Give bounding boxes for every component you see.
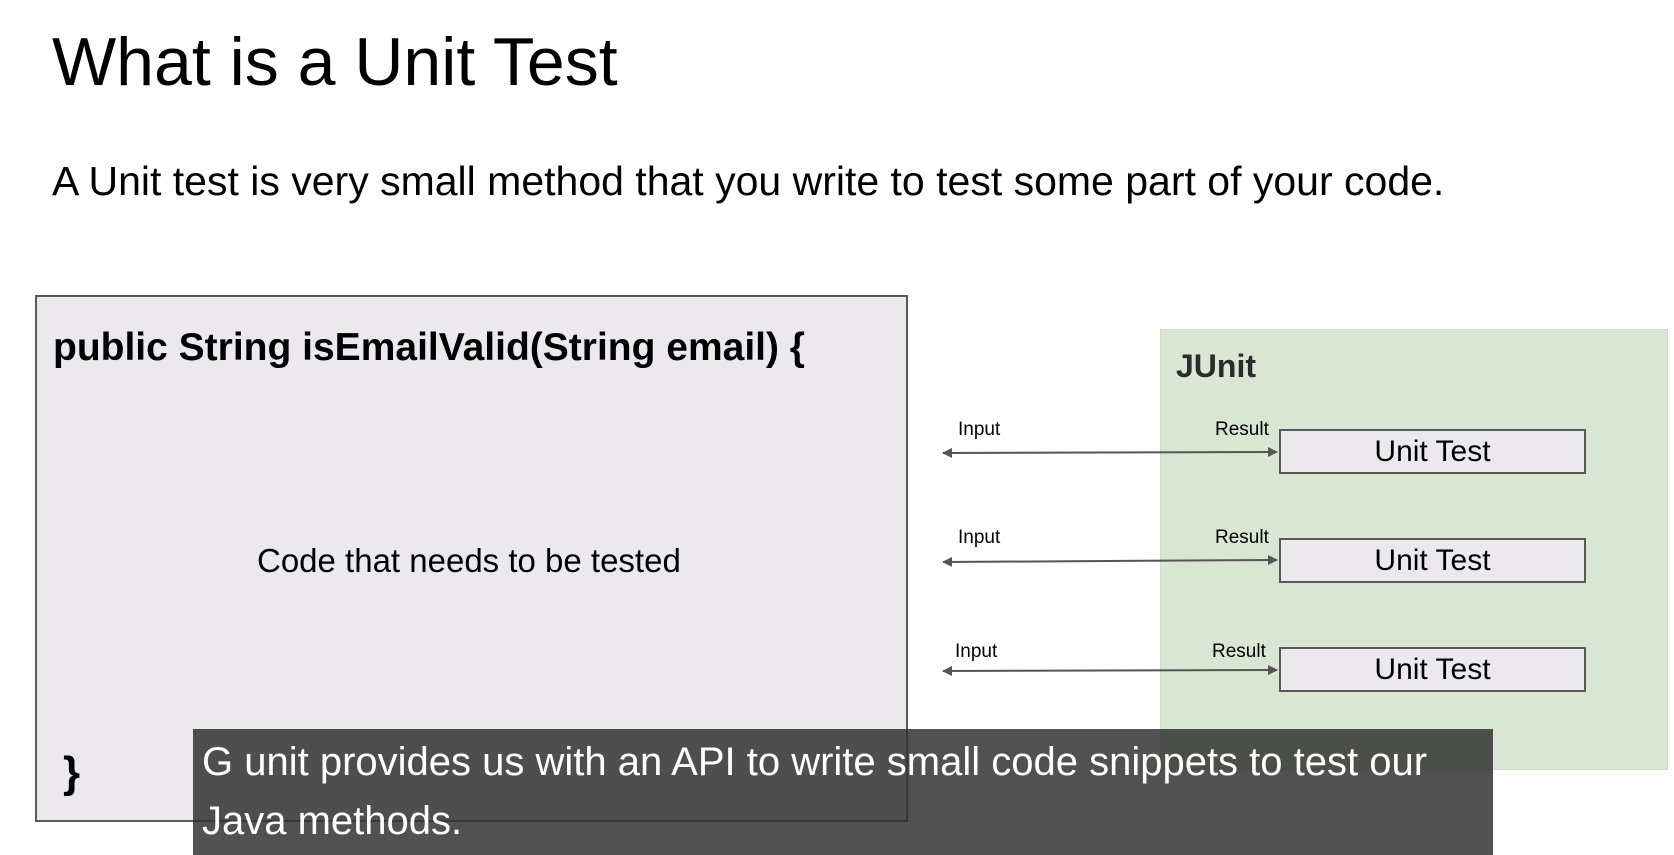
subtitle-caption: G unit provides us with an API to write …	[193, 729, 1493, 855]
arrow-2	[942, 555, 1278, 567]
result-label: Result	[1215, 419, 1269, 440]
arrow-3	[942, 665, 1278, 676]
result-label: Result	[1212, 641, 1266, 662]
unit-test-box: Unit Test	[1279, 647, 1586, 692]
arrow-layer	[942, 447, 1278, 676]
input-label: Input	[958, 419, 1001, 440]
input-label: Input	[955, 641, 998, 662]
unit-test-box: Unit Test	[1279, 429, 1586, 474]
result-label: Result	[1215, 527, 1269, 548]
caption-text: G unit provides us with an API to write …	[202, 740, 1428, 843]
unit-test-box: Unit Test	[1279, 538, 1586, 583]
arrow-1	[942, 447, 1278, 458]
input-label: Input	[958, 527, 1001, 548]
